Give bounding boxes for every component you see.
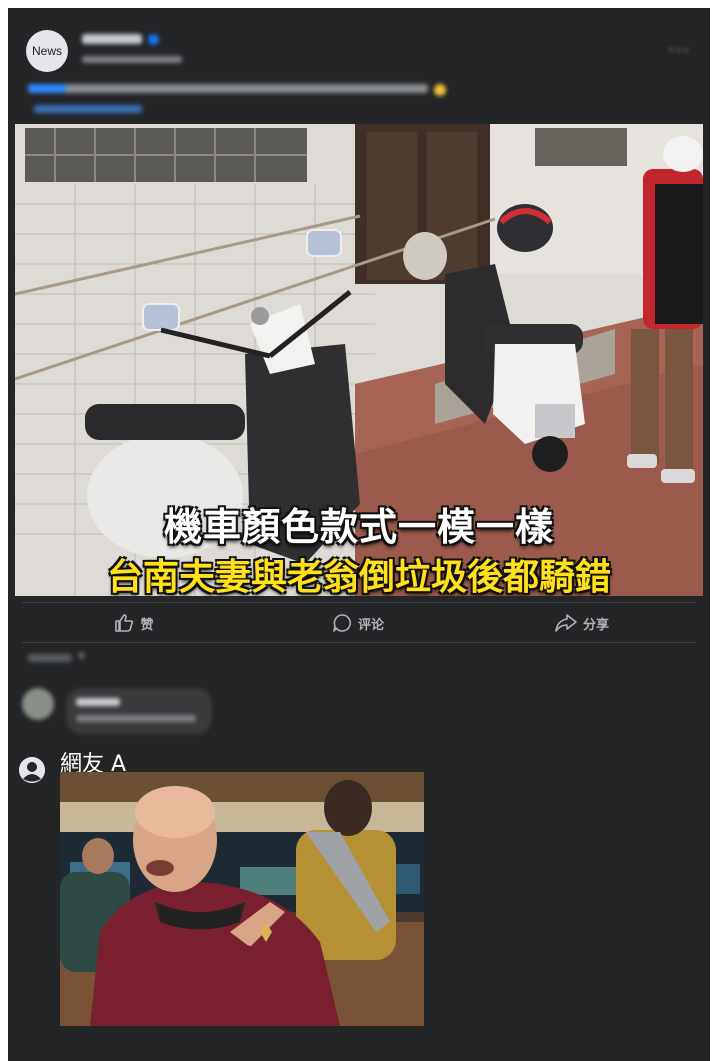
page-avatar[interactable]: News	[26, 30, 68, 72]
share-arrow-icon	[555, 614, 577, 632]
divider	[22, 642, 696, 643]
commenter-name-blurred[interactable]	[76, 698, 120, 706]
post-card: News ··· 機車顏色款式一模一樣 台南夫妻與老翁倒垃圾後都騎錯 赞 评论 …	[8, 8, 710, 1061]
user-icon[interactable]	[19, 757, 45, 783]
divider	[22, 602, 696, 603]
post-caption-blurred	[28, 84, 428, 93]
meme-image[interactable]	[60, 772, 424, 1026]
default-avatar-icon	[19, 757, 45, 783]
photo-overlay-headline: 機車顏色款式一模一樣	[163, 505, 554, 549]
verified-badge-icon	[148, 34, 159, 45]
more-horizontal-icon[interactable]: ···	[668, 38, 690, 62]
post-action-bar: 赞 评论 分享	[22, 608, 694, 638]
comment-bubble-icon	[333, 614, 351, 632]
share-button[interactable]: 分享	[470, 608, 694, 638]
comment-sort-blurred[interactable]	[28, 654, 72, 662]
thumbs-up-icon	[115, 614, 134, 632]
comment-text-blurred	[76, 715, 196, 722]
emoji-icon	[434, 84, 446, 96]
commenter-avatar-blurred[interactable]	[22, 688, 54, 720]
comment-label: 评论	[357, 617, 384, 633]
post-timestamp-blurred[interactable]	[82, 56, 182, 63]
page-name-blurred[interactable]	[82, 34, 142, 44]
like-label: 赞	[140, 617, 154, 633]
like-button[interactable]: 赞	[22, 608, 246, 638]
comment-button[interactable]: 评论	[246, 608, 470, 638]
post-link-blurred[interactable]	[34, 105, 142, 113]
post-photo[interactable]: 機車顏色款式一模一樣 台南夫妻與老翁倒垃圾後都騎錯	[15, 124, 703, 596]
page-avatar-label: News	[31, 44, 62, 58]
share-label: 分享	[582, 617, 609, 633]
chevron-down-icon[interactable]: ▼	[78, 652, 85, 662]
photo-overlay-subheadline: 台南夫妻與老翁倒垃圾後都騎錯	[106, 557, 611, 596]
meme-scene-image	[60, 772, 424, 1026]
comment-bubble-blurred	[66, 688, 212, 734]
